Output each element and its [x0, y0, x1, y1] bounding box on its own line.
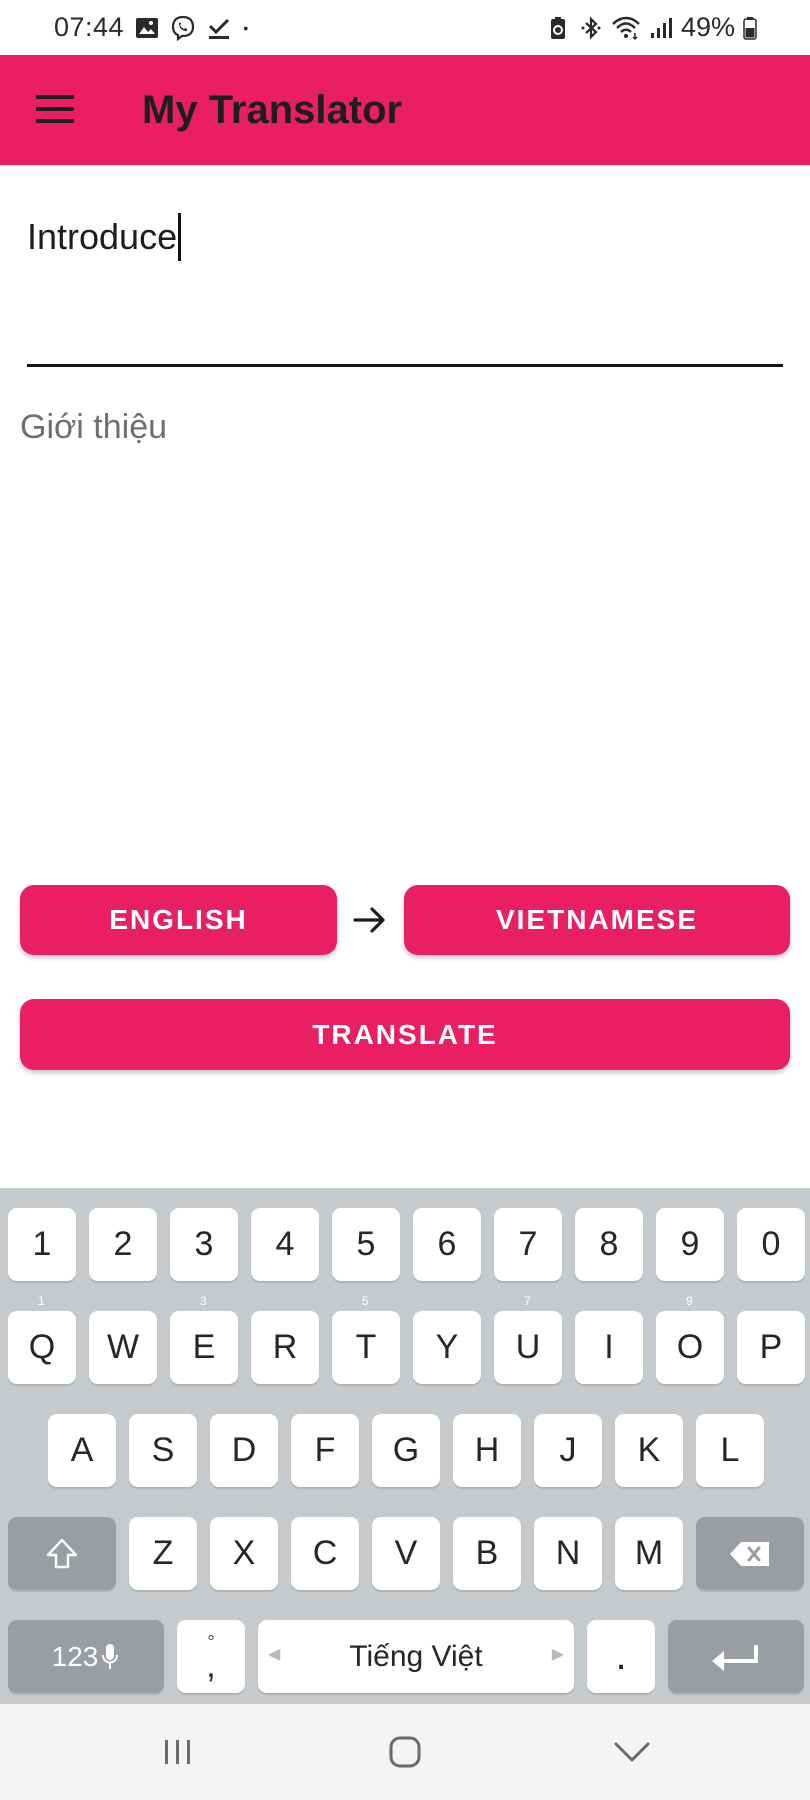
recent-apps-icon[interactable]	[156, 1730, 200, 1774]
key-o[interactable]: O	[656, 1311, 724, 1384]
key-v[interactable]: V	[372, 1517, 440, 1590]
key-hint-q: 1	[38, 1294, 45, 1308]
key-w[interactable]: W	[89, 1311, 157, 1384]
back-icon[interactable]	[610, 1730, 654, 1774]
mic-icon	[102, 1643, 119, 1669]
text-cursor	[178, 213, 182, 261]
shift-icon	[46, 1538, 78, 1568]
key-7[interactable]: 7	[494, 1208, 562, 1281]
shift-key[interactable]	[8, 1517, 116, 1590]
app-bar: My Translator	[0, 55, 810, 165]
key-c[interactable]: C	[291, 1517, 359, 1590]
key-s[interactable]: S	[129, 1414, 197, 1487]
space-key-label: Tiếng Việt	[349, 1639, 483, 1673]
dot-icon	[243, 26, 248, 30]
battery-percent: 49%	[680, 12, 735, 42]
key-k[interactable]: K	[615, 1414, 683, 1487]
menu-icon[interactable]	[36, 95, 74, 123]
key-p[interactable]: P	[737, 1311, 805, 1384]
key-3[interactable]: 3	[170, 1208, 238, 1281]
key-hint-t: 5	[362, 1294, 369, 1308]
key-8[interactable]: 8	[575, 1208, 643, 1281]
key-1[interactable]: 1	[8, 1208, 76, 1281]
key-a[interactable]: A	[48, 1414, 116, 1487]
translate-button[interactable]: TRANSLATE	[20, 999, 790, 1070]
download-check-icon	[209, 18, 230, 39]
space-left-arrow-icon: ◀	[268, 1646, 281, 1663]
key-e[interactable]: E	[170, 1311, 238, 1384]
target-language-button[interactable]: VIETNAMESE	[404, 885, 790, 955]
viber-icon	[171, 15, 195, 41]
symbols-key[interactable]: 123	[8, 1620, 164, 1693]
input-underline	[27, 364, 783, 367]
key-h[interactable]: H	[453, 1414, 521, 1487]
status-time: 07:44	[54, 12, 125, 42]
app-title: My Translator	[142, 88, 403, 132]
space-key[interactable]: ◀ Tiếng Việt ▶	[258, 1620, 574, 1693]
key-i[interactable]: I	[575, 1311, 643, 1384]
key-n[interactable]: N	[534, 1517, 602, 1590]
enter-key[interactable]	[668, 1620, 804, 1693]
gallery-icon	[136, 17, 159, 38]
key-m[interactable]: M	[615, 1517, 683, 1590]
key-hint-e: 3	[200, 1294, 207, 1308]
home-icon[interactable]	[383, 1730, 427, 1774]
bluetooth-icon	[581, 15, 601, 40]
key-b[interactable]: B	[453, 1517, 521, 1590]
key-j[interactable]: J	[534, 1414, 602, 1487]
key-z[interactable]: Z	[129, 1517, 197, 1590]
symbols-key-label: 123	[51, 1640, 99, 1672]
key-5[interactable]: 5	[332, 1208, 400, 1281]
input-value-wrap: Introduce	[27, 213, 182, 261]
key-d[interactable]: D	[210, 1414, 278, 1487]
status-left: 07:44	[54, 12, 256, 43]
key-y[interactable]: Y	[413, 1311, 481, 1384]
key-hint-u: 7	[524, 1294, 531, 1308]
arrow-right-icon	[353, 907, 385, 933]
key-4[interactable]: 4	[251, 1208, 319, 1281]
key-hint-o: 9	[686, 1294, 693, 1308]
key-g[interactable]: G	[372, 1414, 440, 1487]
wifi-icon	[612, 16, 640, 40]
key-t[interactable]: T	[332, 1311, 400, 1384]
status-right: 49%	[545, 12, 758, 43]
key-l[interactable]: L	[696, 1414, 764, 1487]
key-2[interactable]: 2	[89, 1208, 157, 1281]
key-9[interactable]: 9	[656, 1208, 724, 1281]
battery-icon	[743, 16, 757, 40]
enter-icon	[712, 1644, 758, 1671]
key-0[interactable]: 0	[737, 1208, 805, 1281]
comma-key-label: ,	[206, 1646, 216, 1685]
signal-icon	[650, 17, 672, 38]
key-r[interactable]: R	[251, 1311, 319, 1384]
nav-bar	[0, 1704, 810, 1800]
key-f[interactable]: F	[291, 1414, 359, 1487]
battery-saver-icon	[550, 16, 565, 39]
backspace-key[interactable]	[696, 1517, 804, 1590]
period-key[interactable]: .	[587, 1620, 655, 1693]
space-right-arrow-icon: ▶	[551, 1646, 564, 1663]
backspace-icon	[730, 1541, 769, 1566]
source-language-button[interactable]: ENGLISH	[20, 885, 337, 955]
source-text-input[interactable]: Introduce	[27, 205, 783, 370]
comma-key[interactable]: ° ,	[177, 1620, 245, 1693]
input-value: Introduce	[27, 216, 178, 257]
translation-output: Giới thiệu	[20, 408, 168, 446]
key-6[interactable]: 6	[413, 1208, 481, 1281]
status-bar: 07:44 49%	[0, 0, 810, 55]
keyboard: 1 2 3 4 5 6 7 8 9 0 1 3 5 7 9 Q W E R T …	[0, 1188, 810, 1704]
key-x[interactable]: X	[210, 1517, 278, 1590]
key-u[interactable]: U	[494, 1311, 562, 1384]
key-q[interactable]: Q	[8, 1311, 76, 1384]
